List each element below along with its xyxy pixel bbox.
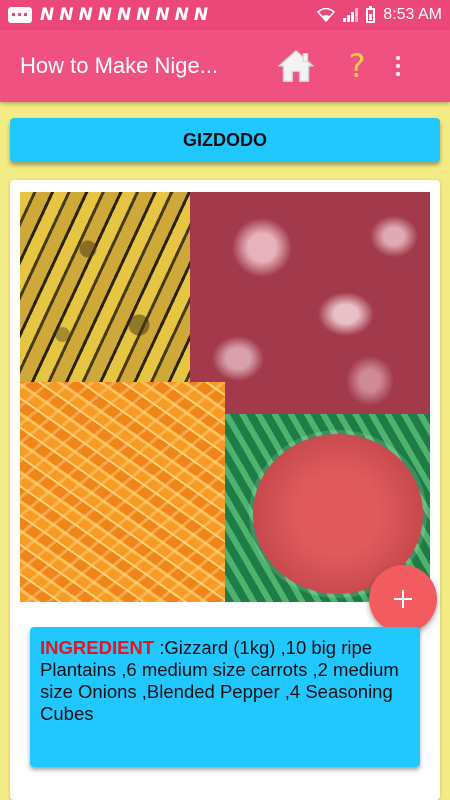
status-notifications: N N N N N N N N N xyxy=(8,5,209,25)
app-title: How to Make Nige... xyxy=(20,53,219,78)
add-button[interactable] xyxy=(369,565,437,633)
plantain-image xyxy=(20,192,190,382)
status-system: 8:53 AM xyxy=(317,5,442,24)
help-button[interactable]: ? xyxy=(342,44,372,88)
notification-n-icon: N xyxy=(40,5,56,25)
status-bar: N N N N N N N N N 8:53 AM xyxy=(0,0,450,30)
more-vert-icon xyxy=(396,56,400,60)
home-button[interactable] xyxy=(274,44,318,88)
gizzard-image xyxy=(190,192,430,414)
notification-n-icon: N xyxy=(97,5,113,25)
notification-n-icon: N xyxy=(78,5,94,25)
notification-n-icon: N xyxy=(155,5,171,25)
message-icon xyxy=(8,7,32,23)
wifi-icon xyxy=(317,8,336,22)
signal-icon xyxy=(343,8,359,22)
notification-n-icon: N xyxy=(136,5,152,25)
notification-n-icon: N xyxy=(193,5,210,25)
plus-icon xyxy=(394,590,412,608)
recipe-image-collage xyxy=(20,192,430,602)
battery-icon xyxy=(366,5,376,23)
ingredient-label: INGREDIENT xyxy=(40,637,155,658)
notification-n-icon: N xyxy=(116,5,133,25)
recipe-title-button[interactable]: GIZDODO xyxy=(10,118,440,162)
ingredient-box: INGREDIENT :Gizzard (1kg) ,10 big ripe P… xyxy=(30,627,420,767)
recipe-card: INGREDIENT :Gizzard (1kg) ,10 big ripe P… xyxy=(10,180,440,800)
home-icon xyxy=(278,50,314,82)
more-options-button[interactable] xyxy=(388,44,408,88)
app-bar: How to Make Nige... ? xyxy=(0,30,450,102)
help-icon: ? xyxy=(348,47,366,85)
notification-n-icon: N xyxy=(174,5,190,25)
notification-n-icon: N xyxy=(59,5,75,25)
status-time: 8:53 AM xyxy=(383,6,442,23)
pepper-image xyxy=(20,382,225,602)
